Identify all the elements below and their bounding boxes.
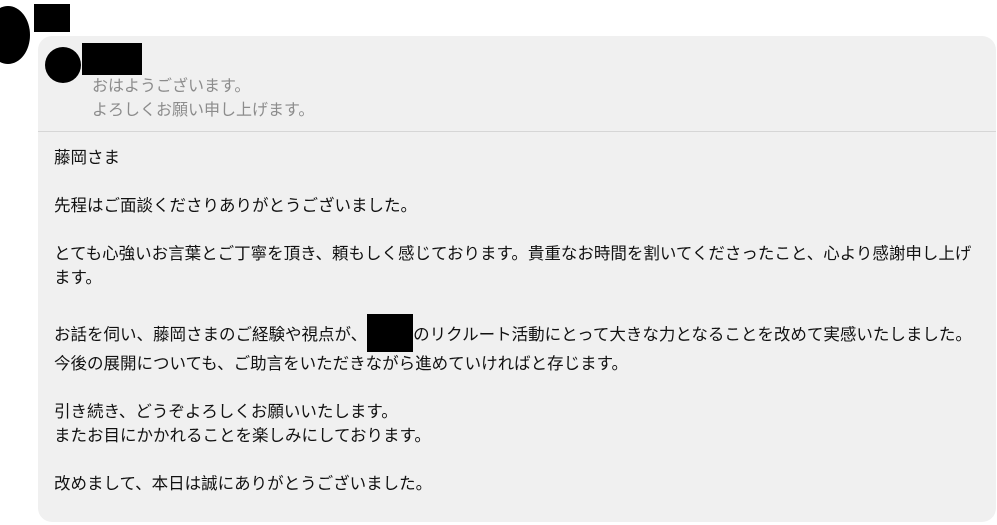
message-body: 藤岡さま 先程はご面談くださりありがとうございました。 とても心強いお言葉とご丁… [54,146,982,496]
quoted-line-1: おはようございます。 [92,76,251,95]
chat-view: おはようございます。 よろしくお願い申し上げます。 藤岡さま 先程はご面談くださ… [0,0,997,525]
quoted-text: おはようございます。 よろしくお願い申し上げます。 [92,74,314,122]
company-name-redacted [367,314,414,352]
message-bubble[interactable]: おはようございます。 よろしくお願い申し上げます。 藤岡さま 先程はご面談くださ… [38,36,996,522]
sender-avatar-redacted[interactable] [0,6,30,64]
closing-line-1: 引き続き、どうぞよろしくお願いいたします。 [54,402,398,421]
sender-name-redacted [34,4,70,32]
paragraph-appreciation: とても心強いお言葉とご丁寧を頂き、頼もしく感じております。貴重なお時間を割いてく… [54,244,972,287]
quoted-author-name-redacted [82,43,142,75]
greeting: 藤岡さま [54,148,120,167]
closing-line-2: またお目にかかれることを楽しみにしております。 [54,426,431,445]
paragraph-final-thanks: 改めまして、本日は誠にありがとうございました。 [54,474,433,493]
paragraph-impression-start: お話を伺い、藤岡さまのご経験や視点が、 [54,325,368,344]
paragraph-impression: お話を伺い、藤岡さまのご経験や視点が、 のリクルート活動にとって大きな力となること… [54,314,982,376]
quoted-line-2: よろしくお願い申し上げます。 [92,100,315,119]
quoted-reply[interactable]: おはようございます。 よろしくお願い申し上げます。 [38,36,996,132]
quoted-author-avatar-redacted [45,47,81,83]
paragraph-closing: 引き続き、どうぞよろしくお願いいたします。 またお目にかかれることを楽しみにして… [54,400,982,448]
paragraph-thanks: 先程はご面談くださりありがとうございました。 [54,196,417,215]
